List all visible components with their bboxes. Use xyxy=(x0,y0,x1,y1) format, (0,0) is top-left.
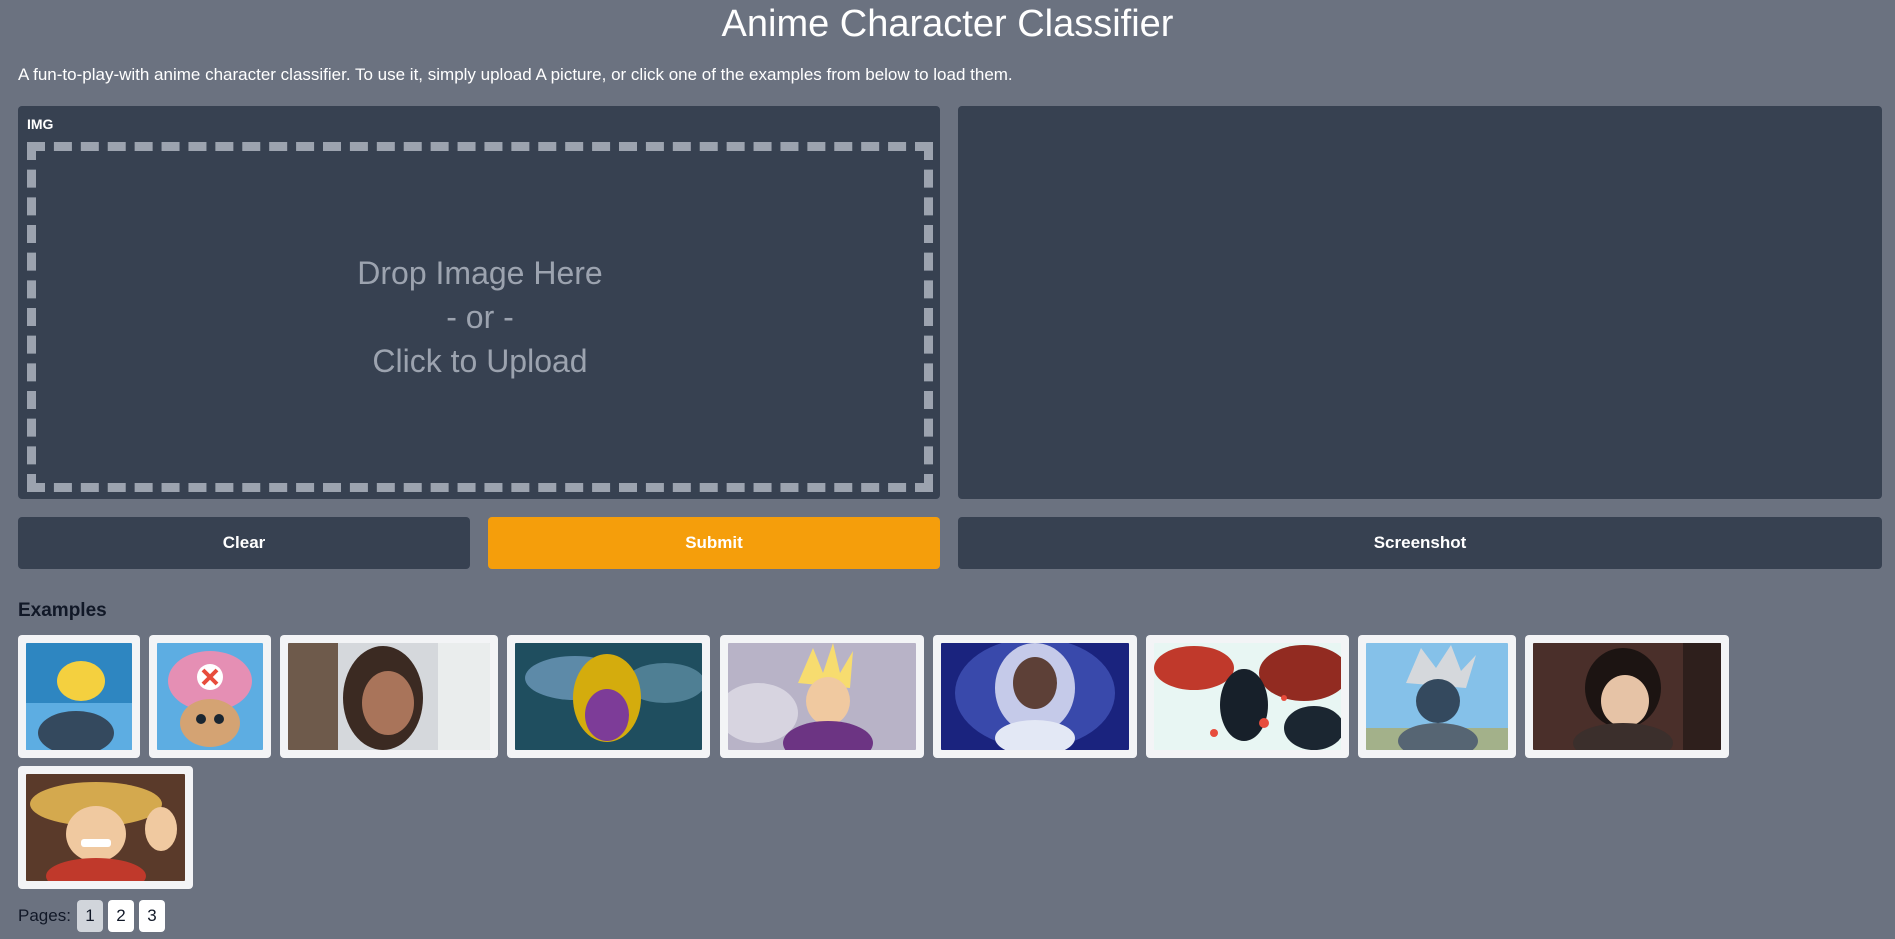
example-thumbnail-6[interactable] xyxy=(933,635,1137,758)
click-to-upload-text: Click to Upload xyxy=(372,343,588,379)
output-panel xyxy=(958,106,1882,499)
pagination: Pages: 1 2 3 xyxy=(18,900,170,932)
example-thumbnail-1[interactable] xyxy=(18,635,140,758)
page-button-3[interactable]: 3 xyxy=(138,900,165,932)
example-image-5 xyxy=(728,643,916,750)
drop-image-text: Drop Image Here xyxy=(357,255,603,291)
example-thumbnail-2[interactable] xyxy=(149,635,271,758)
pages-label: Pages: xyxy=(18,906,71,925)
page-button-1[interactable]: 1 xyxy=(76,900,103,932)
screenshot-button[interactable]: Screenshot xyxy=(958,517,1882,569)
example-thumbnail-9[interactable] xyxy=(1525,635,1729,758)
example-image-4 xyxy=(515,643,702,750)
page-description: A fun-to-play-with anime character class… xyxy=(18,65,1013,84)
image-input-panel: IMG Drop Image Here - or - Click to Uplo… xyxy=(18,106,940,499)
app-page: Anime Character Classifier A fun-to-play… xyxy=(0,0,1895,939)
example-thumbnail-4[interactable] xyxy=(507,635,710,758)
page-button-2[interactable]: 2 xyxy=(107,900,134,932)
drop-zone-text: Drop Image Here - or - Click to Upload xyxy=(36,151,924,483)
example-image-1 xyxy=(26,643,132,750)
clear-button[interactable]: Clear xyxy=(18,517,470,569)
example-image-7 xyxy=(1154,643,1341,750)
page-title: Anime Character Classifier xyxy=(721,3,1174,45)
example-thumbnail-5[interactable] xyxy=(720,635,924,758)
image-input-label: IMG xyxy=(27,116,54,132)
example-image-9 xyxy=(1533,643,1721,750)
example-image-10 xyxy=(26,774,185,881)
image-drop-zone[interactable]: Drop Image Here - or - Click to Upload xyxy=(27,142,933,492)
example-thumbnail-8[interactable] xyxy=(1358,635,1516,758)
example-image-2 xyxy=(157,643,263,750)
example-thumbnail-10[interactable] xyxy=(18,766,193,889)
examples-label: Examples xyxy=(18,600,107,621)
example-thumbnail-7[interactable] xyxy=(1146,635,1349,758)
example-thumbnail-3[interactable] xyxy=(280,635,498,758)
drop-or-text: - or - xyxy=(446,299,514,335)
example-image-3 xyxy=(288,643,490,750)
example-image-8 xyxy=(1366,643,1508,750)
submit-button[interactable]: Submit xyxy=(488,517,940,569)
example-image-6 xyxy=(941,643,1129,750)
